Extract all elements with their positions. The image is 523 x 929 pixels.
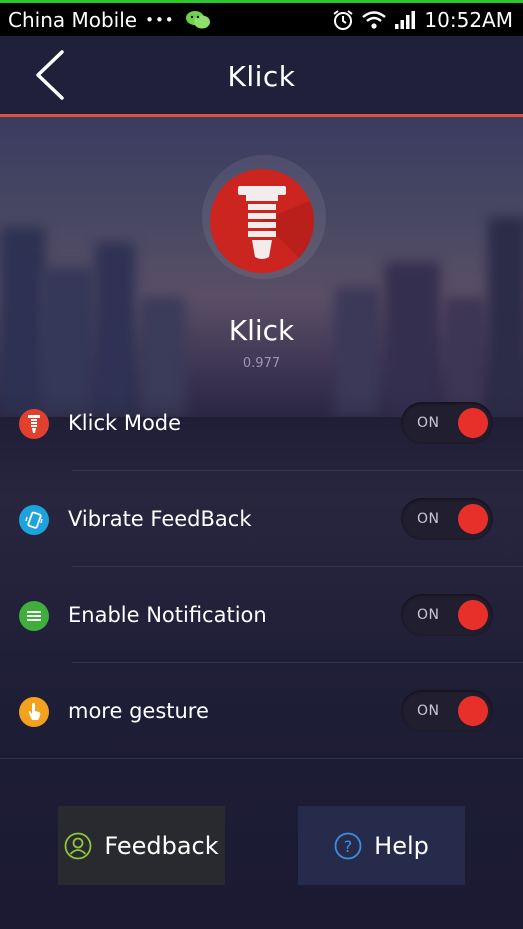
phone-vibrate-icon bbox=[19, 505, 49, 535]
enable-notification-toggle[interactable]: ON bbox=[401, 594, 493, 636]
setting-label: Enable Notification bbox=[68, 603, 267, 627]
toggle-knob bbox=[458, 696, 488, 726]
app-logo bbox=[210, 169, 314, 273]
toggle-knob bbox=[458, 600, 488, 630]
help-label: Help bbox=[374, 831, 429, 860]
toggle-state: ON bbox=[417, 703, 440, 719]
vibrate-feedback-toggle[interactable]: ON bbox=[401, 498, 493, 540]
divider bbox=[0, 758, 523, 759]
carrier-name: China Mobile bbox=[8, 7, 138, 32]
setting-row-more-gesture: more gesture ON bbox=[0, 663, 523, 759]
more-gesture-toggle[interactable]: ON bbox=[401, 690, 493, 732]
svg-text:?: ? bbox=[344, 837, 353, 856]
help-button[interactable]: ? Help bbox=[298, 806, 465, 885]
setting-row-vibrate-feedback: Vibrate FeedBack ON bbox=[0, 471, 523, 567]
list-icon bbox=[19, 601, 49, 631]
klick-mode-toggle[interactable]: ON bbox=[401, 402, 493, 444]
signal-icon bbox=[395, 10, 416, 29]
status-time: 10:52AM bbox=[424, 7, 513, 32]
app-version: 0.977 bbox=[242, 356, 281, 371]
notification-dots: ••• bbox=[145, 10, 175, 29]
jack-icon bbox=[19, 409, 49, 439]
wifi-icon bbox=[362, 10, 387, 29]
setting-label: Vibrate FeedBack bbox=[68, 507, 252, 531]
alarm-icon bbox=[333, 9, 354, 30]
status-bar: China Mobile ••• 10:52AM bbox=[0, 0, 523, 36]
toggle-knob bbox=[458, 408, 488, 438]
wechat-icon bbox=[185, 10, 210, 28]
toggle-state: ON bbox=[417, 511, 440, 527]
page-title: Klick bbox=[227, 60, 296, 93]
feedback-label: Feedback bbox=[104, 831, 219, 860]
setting-label: Klick Mode bbox=[68, 411, 182, 435]
setting-row-enable-notification: Enable Notification ON bbox=[0, 567, 523, 663]
question-icon: ? bbox=[334, 832, 362, 859]
setting-row-klick-mode: Klick Mode ON bbox=[0, 375, 523, 471]
app-name: Klick bbox=[228, 314, 295, 347]
toggle-state: ON bbox=[417, 607, 440, 623]
toggle-knob bbox=[458, 504, 488, 534]
app-header: Klick bbox=[0, 36, 523, 117]
toggle-state: ON bbox=[417, 415, 440, 431]
headphone-jack-icon bbox=[238, 186, 314, 273]
hand-tap-icon bbox=[19, 697, 49, 727]
user-icon bbox=[64, 832, 92, 859]
setting-label: more gesture bbox=[68, 699, 209, 723]
feedback-button[interactable]: Feedback bbox=[58, 806, 225, 885]
